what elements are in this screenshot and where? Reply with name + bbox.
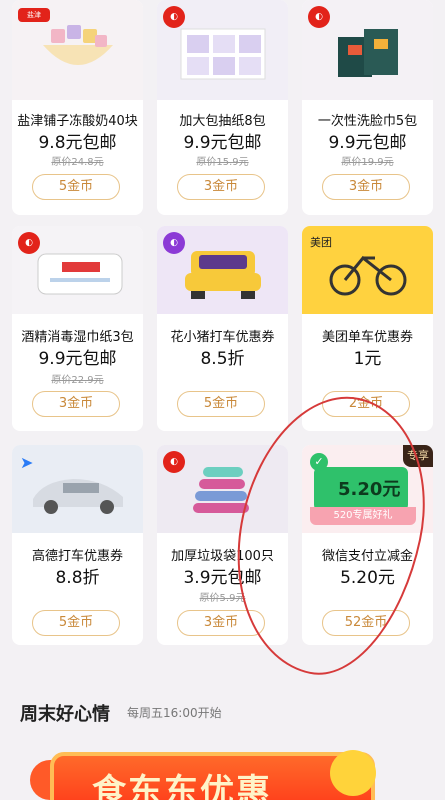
product-card[interactable]: ◐ 花小猪打车优惠券 8.5折 5金币 xyxy=(157,226,288,431)
product-price: 8.5折 xyxy=(200,349,245,369)
product-name: 一次性洗脸巾5包 xyxy=(317,114,418,129)
banner-decoration xyxy=(330,750,376,796)
original-price: 原价24.8元 xyxy=(51,157,104,168)
pig-logo-icon: ◐ xyxy=(163,232,185,254)
original-price: 原价19.9元 xyxy=(341,157,394,168)
exclusive-tag: 专享 xyxy=(403,445,433,467)
redeem-coin-button[interactable]: 5金币 xyxy=(177,391,265,417)
banner-title: 食东东优惠 xyxy=(92,772,272,800)
product-name: 酒精消毒湿巾纸3包 xyxy=(21,330,134,345)
garbage-bag-rolls-image xyxy=(192,467,249,513)
yellow-car-image xyxy=(184,251,261,299)
product-card[interactable]: 盐津 盐津铺子冻酸奶40块 9.8元包邮 原价24.8元 5金币 xyxy=(12,0,143,215)
redeem-coin-button[interactable]: 3金币 xyxy=(32,391,120,417)
brand-logo-icon: ◐ xyxy=(18,232,40,254)
yogurt-bowl-image xyxy=(42,25,113,65)
redeem-coin-button[interactable]: 2金币 xyxy=(322,391,410,417)
redeem-coin-button[interactable]: 3金币 xyxy=(177,174,265,200)
product-name: 加厚垃圾袋100只 xyxy=(171,549,274,564)
section-subtitle: 每周五16:00开始 xyxy=(127,706,222,720)
product-name: 美团单车优惠券 xyxy=(321,330,413,345)
original-price: 原价15.9元 xyxy=(196,157,249,168)
tissue-pack-image xyxy=(180,28,265,80)
brand-logo-icon: ◐ xyxy=(308,6,330,28)
wechat-logo-icon: ✓ xyxy=(310,453,328,471)
product-card[interactable]: ➤ 高德打车优惠券 8.8折 5金币 xyxy=(12,445,143,645)
brand-logo: 盐津 xyxy=(18,8,50,22)
card-amount: 5.20元 xyxy=(338,479,401,500)
product-price: 9.9元包邮 xyxy=(38,349,117,369)
wet-wipes-pack-image xyxy=(37,253,122,295)
section-title: 周末好心情 xyxy=(20,704,110,725)
product-name: 盐津铺子冻酸奶40块 xyxy=(17,114,138,129)
product-name: 高德打车优惠券 xyxy=(31,549,123,564)
brand-logo-icon: ◐ xyxy=(163,451,185,473)
redeem-coin-button[interactable]: 5金币 xyxy=(32,610,120,636)
redeem-coin-button[interactable]: 3金币 xyxy=(177,610,265,636)
product-price: 9.9元包邮 xyxy=(328,133,407,153)
product-price: 3.9元包邮 xyxy=(183,568,262,588)
product-price: 9.8元包邮 xyxy=(38,133,117,153)
face-towel-box-image xyxy=(337,29,398,77)
redeem-coin-button[interactable]: 52金币 xyxy=(322,610,410,636)
product-name: 花小猪打车优惠券 xyxy=(170,330,275,345)
amap-logo-icon: ➤ xyxy=(20,453,34,472)
product-price: 8.8折 xyxy=(55,568,100,588)
product-card[interactable]: ◐ 加大包抽纸8包 9.9元包邮 原价15.9元 3金币 xyxy=(157,0,288,215)
redeem-coin-button[interactable]: 5金币 xyxy=(32,174,120,200)
product-card[interactable]: ◐ 加厚垃圾袋100只 3.9元包邮 原价5.9元 3金币 xyxy=(157,445,288,645)
product-card[interactable]: 美团 美团单车优惠券 1元 2金币 xyxy=(302,226,433,431)
product-price: 9.9元包邮 xyxy=(183,133,262,153)
product-name: 加大包抽纸8包 xyxy=(179,114,266,129)
product-price: 1元 xyxy=(353,349,382,369)
original-price: 原价22.9元 xyxy=(51,375,104,386)
promo-banner[interactable]: 食东东优惠 xyxy=(50,752,375,800)
product-name: 微信支付立减金 xyxy=(321,549,413,564)
meituan-logo: 美团 xyxy=(310,236,332,249)
brand-logo-icon: ◐ xyxy=(163,6,185,28)
product-card[interactable]: ◐ 酒精消毒湿巾纸3包 9.9元包邮 原价22.9元 3金币 xyxy=(12,226,143,431)
redeem-coin-button[interactable]: 3金币 xyxy=(322,174,410,200)
product-card[interactable]: ◐ 一次性洗脸巾5包 9.9元包邮 原价19.9元 3金币 xyxy=(302,0,433,215)
product-card[interactable]: 5.20元 520专属好礼 ✓ 专享 微信支付立减金 5.20元 52金币 xyxy=(302,445,433,645)
bicycle-image xyxy=(329,255,406,296)
original-price: 原价5.9元 xyxy=(199,593,246,604)
product-price: 5.20元 xyxy=(340,568,395,588)
card-footer: 520专属好礼 xyxy=(310,507,416,525)
